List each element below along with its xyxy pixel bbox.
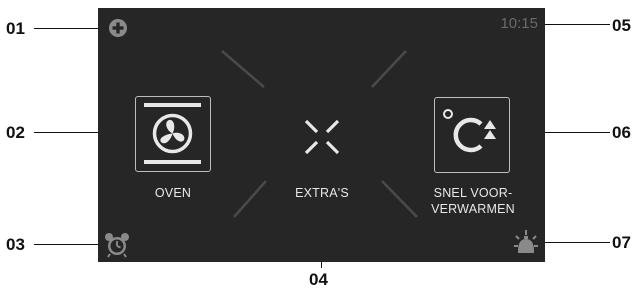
- rapid-preheat-label: SNEL VOOR- VERWARMEN: [408, 185, 538, 217]
- alarm-clock-icon[interactable]: [104, 232, 130, 258]
- extras-label: EXTRA'S: [295, 186, 349, 200]
- callout-02: 02: [6, 123, 25, 142]
- rapid-preheat-tile[interactable]: [434, 97, 510, 173]
- callout-07: 07: [612, 233, 631, 252]
- callout-06: 06: [612, 123, 631, 142]
- fan-icon: [144, 103, 201, 164]
- leader-line-05: [538, 24, 610, 26]
- oven-display: 10:15 OVEN EXTRA'S SNEL VOOR- VERWARMEN: [98, 8, 545, 262]
- callout-01: 01: [6, 19, 25, 38]
- callout-04: 04: [309, 270, 328, 289]
- extras-cross-icon: [304, 119, 340, 155]
- leader-line-03: [34, 244, 100, 246]
- leader-line-07: [540, 242, 610, 244]
- leader-line-01: [34, 28, 102, 30]
- rapid-preheat-icon: [443, 109, 496, 153]
- rapid-preheat-label-line1: SNEL VOOR-: [433, 186, 513, 200]
- light-bulb-icon[interactable]: [513, 229, 539, 257]
- rapid-preheat-label-line2: VERWARMEN: [431, 202, 515, 216]
- oven-tile[interactable]: [135, 96, 211, 172]
- callout-03: 03: [6, 235, 25, 254]
- callout-05: 05: [612, 16, 631, 35]
- oven-label: OVEN: [154, 186, 192, 200]
